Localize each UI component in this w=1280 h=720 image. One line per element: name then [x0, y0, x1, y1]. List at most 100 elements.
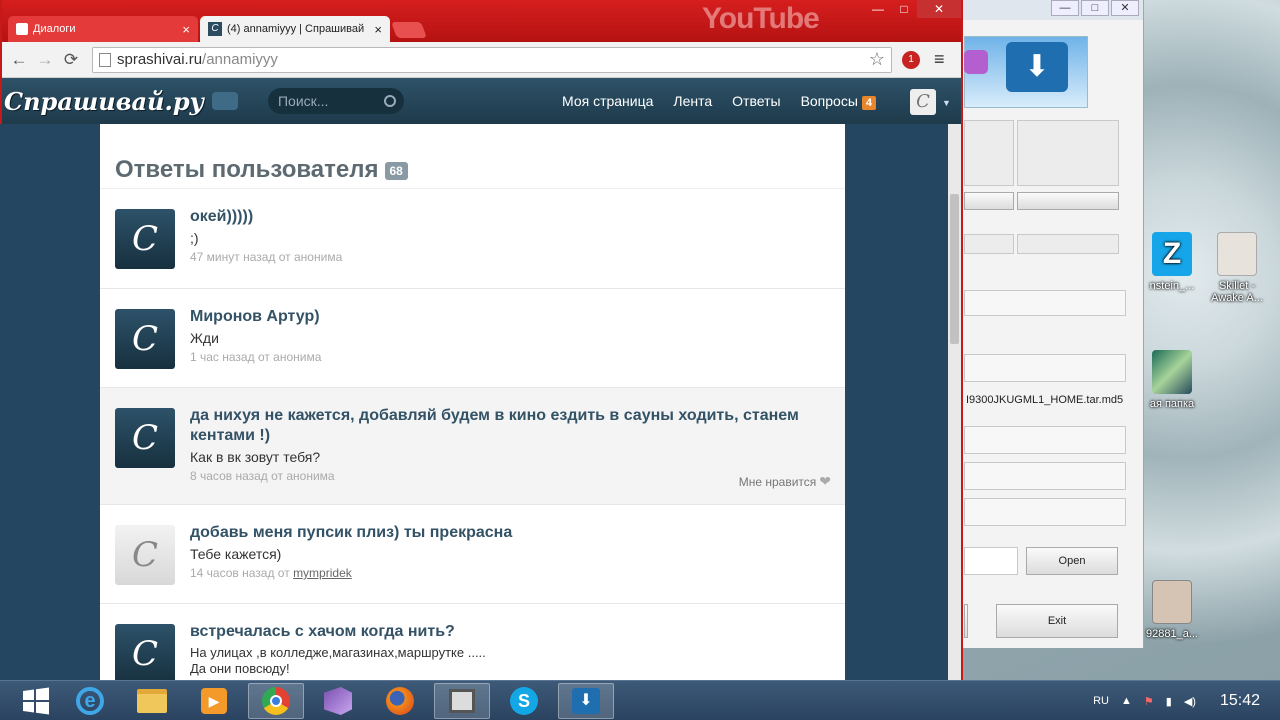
avatar[interactable]: C [115, 309, 175, 369]
list-item: C окей))))) ;) 47 минут назад от анонима [100, 189, 845, 289]
reload-button[interactable]: ⟳ [60, 49, 82, 71]
scrollbar-thumb[interactable] [950, 194, 959, 344]
exit-button[interactable]: Exit [996, 604, 1118, 638]
path-input[interactable] [964, 547, 1018, 575]
app-maximize-button[interactable]: □ [1081, 0, 1109, 16]
forward-button[interactable]: → [34, 49, 56, 71]
avatar[interactable]: C [115, 209, 175, 269]
download-icon: ⬇ [1006, 42, 1068, 92]
answer-line: Да они повсюду! [190, 661, 290, 676]
question-text[interactable]: окей))))) [190, 207, 825, 227]
search-icon[interactable] [383, 95, 396, 107]
extension-icon[interactable]: 1 [902, 50, 920, 69]
answer-line: На улицах ,в колледже,магазинах,маршрутк… [190, 645, 486, 660]
question-text[interactable]: встречалась с хачом когда нить? [190, 622, 825, 642]
avatar[interactable]: C [115, 525, 175, 585]
nav-questions-label: Вопросы [800, 92, 858, 109]
search-input[interactable]: Поиск... [267, 88, 404, 114]
page-title: Ответы пользователя 68 [100, 124, 845, 189]
questions-badge: 4 [861, 95, 877, 110]
taskbar-odin[interactable]: ⬇ [558, 683, 614, 719]
list-item: C добавь меня пупсик плиз) ты прекрасна … [100, 505, 845, 604]
question-text[interactable]: добавь меня пупсик плиз) ты прекрасна [190, 523, 825, 543]
user-avatar[interactable]: C [910, 89, 936, 115]
search-placeholder: Поиск... [277, 93, 329, 109]
minimize-button[interactable]: — [865, 0, 891, 18]
app-field [964, 498, 1126, 526]
new-tab-button[interactable] [391, 22, 427, 38]
open-button[interactable]: Open [1026, 547, 1118, 575]
scrollbar[interactable] [948, 124, 961, 680]
zip-icon: Z [1152, 232, 1192, 276]
skype-icon: S [510, 687, 538, 715]
menu-icon[interactable]: ≡ [934, 49, 945, 70]
nav-feed[interactable]: Лента [673, 93, 712, 109]
show-hidden-icons-icon[interactable]: ▲ [1121, 695, 1132, 707]
tab-close-button[interactable]: × [182, 22, 190, 37]
desktop-icon-zip[interactable]: Z nstein_... [1140, 232, 1204, 292]
desktop-icon-image[interactable]: 92881_a... [1140, 580, 1204, 640]
taskbar-app[interactable] [434, 683, 490, 719]
desktop-icon-label: nstein_... [1149, 280, 1195, 292]
system-tray: RU ▲ ⚑ ▮ ◀) 15:42 [1093, 681, 1280, 720]
monitor-icon [449, 689, 475, 713]
taskbar-firefox[interactable] [372, 683, 428, 719]
taskbar-ie[interactable]: e [62, 683, 118, 719]
page-title-text: Ответы пользователя [115, 156, 379, 183]
app-slot-button[interactable] [964, 192, 1014, 210]
taskbar-media[interactable]: ▶ [186, 683, 242, 719]
taskbar-skype[interactable]: S [496, 683, 552, 719]
app-logo-icon [964, 50, 988, 74]
app-close-button[interactable]: ✕ [1111, 0, 1139, 16]
list-item: C встречалась с хачом когда нить? На ули… [100, 604, 845, 680]
desktop-icon-skillet[interactable]: Skillet - Awake A... [1205, 232, 1269, 304]
folder-icon [1152, 350, 1192, 394]
question-text[interactable]: да нихуя не кажется, добавляй будем в ки… [190, 406, 825, 446]
visual-studio-icon [324, 687, 352, 715]
question-text[interactable]: Миронов Артур) [190, 307, 825, 327]
avatar[interactable]: C [115, 408, 175, 468]
chevron-down-icon[interactable]: ▼ [942, 98, 951, 108]
language-indicator[interactable]: RU [1093, 695, 1109, 707]
list-item: C да нихуя не кажется, добавляй будем в … [100, 388, 845, 505]
tab-strip: YouTube Диалоги × C (4) annamiyyy | Спра… [2, 0, 961, 42]
desktop-icon-folder[interactable]: ая папка [1140, 350, 1204, 410]
author-link[interactable]: mympridek [293, 566, 352, 580]
app-minimize-button[interactable]: — [1051, 0, 1079, 16]
nav-my-page[interactable]: Моя страница [562, 93, 653, 109]
app-edge-button[interactable] [964, 604, 968, 638]
address-bar[interactable]: sprashivai.ru /annamiyyy ☆ [92, 46, 892, 73]
taskbar-chrome[interactable] [248, 683, 304, 719]
internet-explorer-icon: e [76, 687, 104, 715]
timestamp: 47 минут назад от анонима [190, 250, 343, 264]
nav-questions[interactable]: Вопросы 4 [800, 92, 877, 110]
clock[interactable]: 15:42 [1220, 692, 1260, 710]
site-favicon-icon: C [208, 22, 222, 36]
heart-icon: ❤ [819, 473, 831, 489]
tab-close-button[interactable]: × [374, 22, 382, 37]
taskbar-explorer[interactable] [124, 683, 180, 719]
network-icon[interactable]: ▮ [1166, 695, 1172, 708]
start-button[interactable] [8, 683, 64, 719]
hamburger-menu-button[interactable] [211, 92, 238, 110]
app-field [964, 290, 1126, 316]
action-center-icon[interactable]: ⚑ [1144, 695, 1154, 708]
image-icon [1152, 580, 1192, 624]
app-slot-button[interactable] [1017, 192, 1119, 210]
bookmark-star-icon[interactable]: ☆ [869, 49, 885, 70]
app-titlebar: — □ ✕ [960, 0, 1143, 20]
volume-icon[interactable]: ◀) [1184, 695, 1196, 708]
taskbar-vs[interactable] [310, 683, 366, 719]
maximize-button[interactable]: □ [891, 0, 917, 18]
site-logo[interactable]: Спрашивай.ру [4, 87, 204, 116]
windows-logo-icon [23, 687, 49, 715]
like-button[interactable]: Мне нравится ❤ [739, 473, 831, 490]
back-button[interactable]: ← [8, 49, 30, 71]
tab-sprashivai[interactable]: C (4) annamiyyy | Спрашивай × [200, 16, 390, 42]
timestamp: 8 часов назад от анонима [190, 469, 335, 483]
close-button[interactable]: ✕ [917, 0, 961, 18]
tab-dialogs[interactable]: Диалоги × [8, 16, 198, 42]
avatar[interactable]: C [115, 624, 175, 680]
url-domain: sprashivai.ru [117, 51, 203, 68]
nav-answers[interactable]: Ответы [732, 93, 780, 109]
